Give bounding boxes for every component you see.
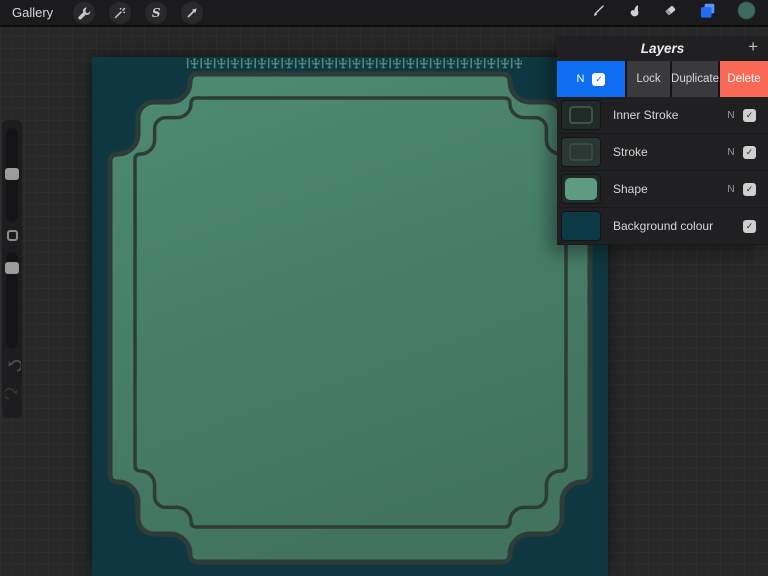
- drawing-canvas[interactable]: [92, 57, 608, 576]
- blend-mode-badge[interactable]: N: [719, 147, 743, 158]
- eraser-tool-button[interactable]: [663, 3, 678, 23]
- top-toolbar: Gallery S: [0, 0, 768, 27]
- visibility-checkbox[interactable]: ✓: [592, 72, 606, 86]
- smudge-tool-button[interactable]: [627, 3, 642, 23]
- delete-layer-button[interactable]: Delete: [720, 61, 768, 97]
- layer-thumbnail[interactable]: [562, 101, 600, 129]
- layer-name: Background colour: [613, 219, 714, 233]
- layer-swipe-actions: N ✓ Lock Duplicate Delete: [557, 61, 768, 97]
- active-color-circle: [737, 0, 756, 20]
- opacity-slider-handle[interactable]: [5, 262, 19, 274]
- blend-mode-badge[interactable]: N: [719, 110, 743, 121]
- selection-button[interactable]: S: [145, 1, 168, 24]
- redo-icon[interactable]: [5, 386, 21, 402]
- layers-panel-header: Layers +: [557, 36, 768, 61]
- color-swatch-button[interactable]: [737, 0, 756, 25]
- thumbnail-stroke-preview: [569, 106, 593, 124]
- toolbar-left-group: Gallery S: [0, 1, 204, 24]
- layer-row[interactable]: Shape N ✓: [557, 171, 768, 208]
- sidebar: [2, 120, 22, 418]
- layers-panel-title: Layers: [640, 41, 685, 56]
- layer-thumbnail[interactable]: [562, 175, 600, 203]
- canvas-artwork: [92, 57, 608, 576]
- adjustments-button[interactable]: [109, 1, 132, 24]
- visibility-checkbox[interactable]: ✓: [743, 145, 756, 159]
- layer-row[interactable]: Background colour ✓: [557, 208, 768, 245]
- undo-icon[interactable]: [5, 358, 21, 374]
- blend-mode-badge[interactable]: N: [719, 184, 743, 195]
- selection-s-icon: S: [151, 5, 161, 20]
- app-window: Layers + N ✓ Lock Duplicate Delete Inner…: [0, 0, 768, 576]
- visibility-checkbox[interactable]: ✓: [743, 108, 756, 122]
- layer-name: Shape: [613, 182, 648, 196]
- layer-row[interactable]: Stroke N ✓: [557, 134, 768, 171]
- toolbar-right-group: [591, 0, 768, 25]
- layers-panel: Layers + N ✓ Lock Duplicate Delete Inner…: [557, 36, 768, 245]
- layer-row[interactable]: Inner Stroke N ✓: [557, 97, 768, 134]
- layer-thumbnail[interactable]: [562, 212, 600, 240]
- thumbnail-shape-preview: [565, 178, 597, 200]
- brush-size-slider-handle[interactable]: [5, 168, 19, 180]
- layer-name: Inner Stroke: [613, 108, 679, 122]
- transform-button[interactable]: [181, 1, 204, 24]
- brush-icon: [593, 4, 604, 16]
- layer-list: Inner Stroke N ✓ Stroke N ✓ Shape N ✓ Background …: [557, 97, 768, 245]
- layers-panel-button[interactable]: [699, 2, 716, 24]
- layer-thumbnail[interactable]: [562, 138, 600, 166]
- layer-name: Stroke: [613, 145, 648, 159]
- wrench-icon: [78, 7, 91, 19]
- visibility-checkbox[interactable]: ✓: [743, 219, 756, 233]
- transform-arrow-icon: [187, 7, 197, 18]
- visibility-checkbox[interactable]: ✓: [743, 182, 756, 196]
- add-layer-button[interactable]: +: [748, 37, 758, 57]
- smudge-finger-icon: [630, 5, 639, 16]
- thumbnail-stroke-preview: [569, 143, 593, 161]
- blend-mode-button[interactable]: N ✓: [557, 61, 625, 97]
- magic-wand-icon: [115, 7, 126, 18]
- brush-tool-button[interactable]: [591, 3, 606, 23]
- modify-button[interactable]: [7, 230, 18, 241]
- lock-layer-button[interactable]: Lock: [627, 61, 670, 97]
- actions-button[interactable]: [73, 1, 96, 24]
- layers-icon: [700, 3, 715, 18]
- eraser-icon: [665, 5, 676, 15]
- duplicate-layer-button[interactable]: Duplicate: [671, 61, 719, 97]
- blend-mode-label: N: [576, 73, 585, 85]
- gallery-button[interactable]: Gallery: [12, 5, 53, 20]
